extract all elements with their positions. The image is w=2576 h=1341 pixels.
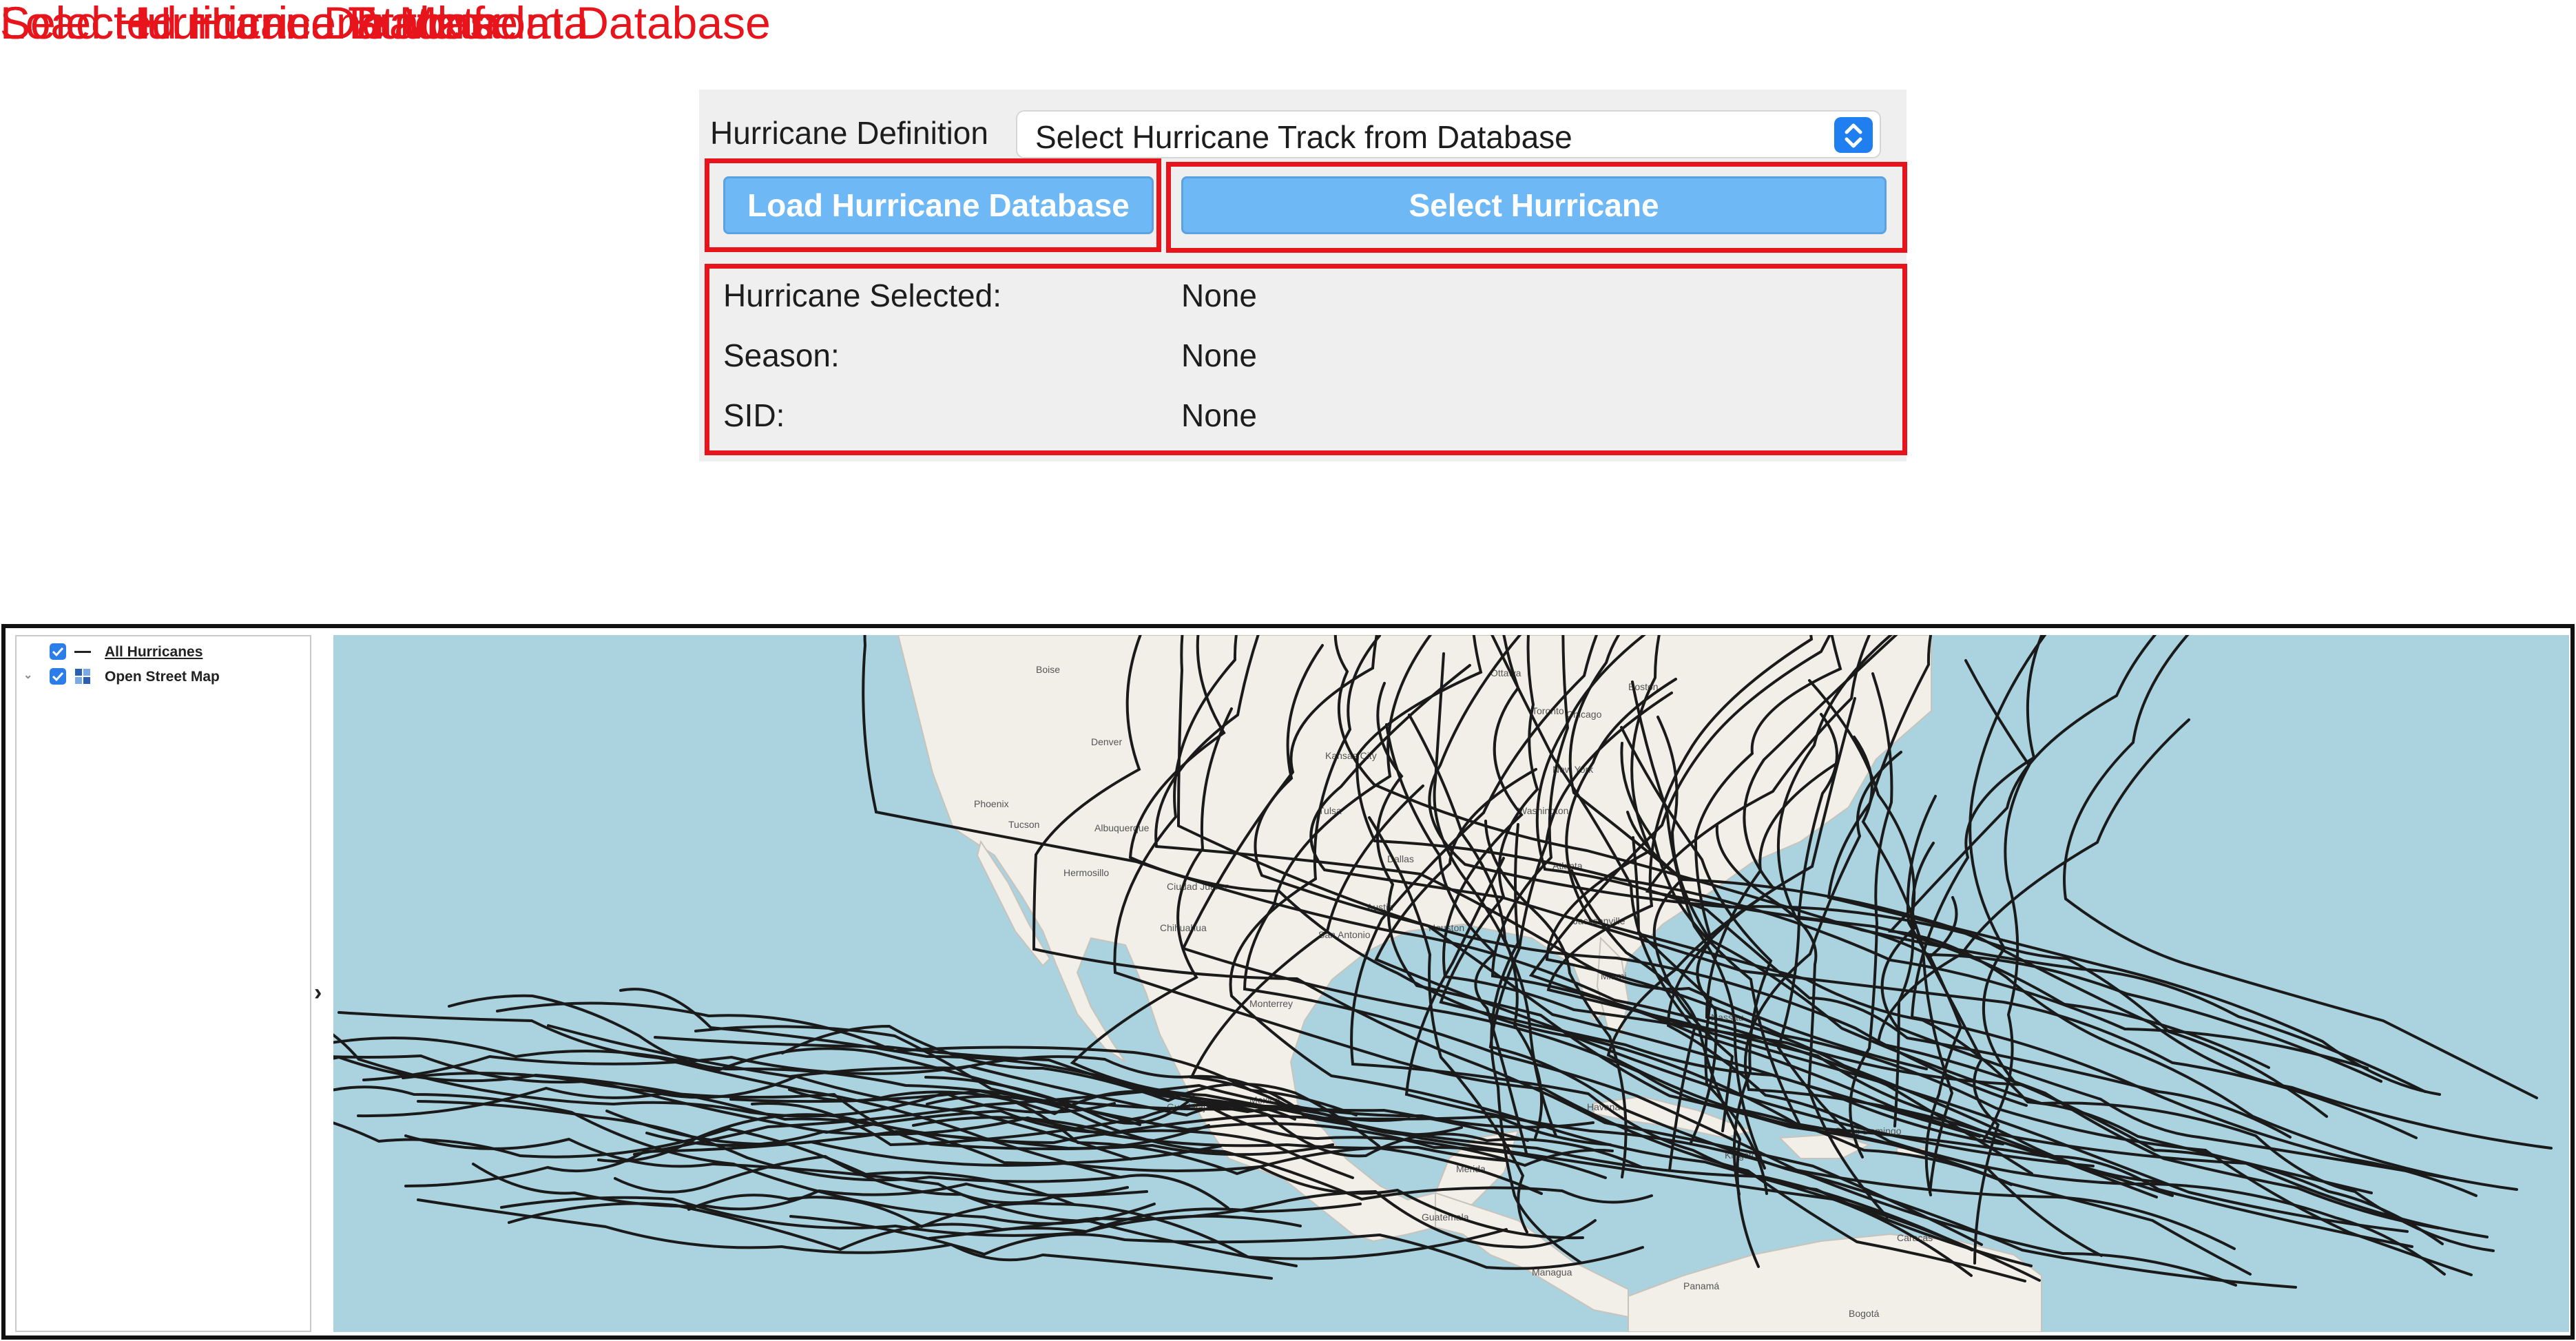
map-city-label: Denver — [1091, 736, 1122, 747]
map-city-label: Bogotá — [1849, 1308, 1880, 1319]
hurricane-track — [417, 1198, 1273, 1280]
checkbox-checked-icon[interactable] — [50, 668, 66, 685]
hurricane-track — [1887, 635, 2518, 1191]
layer-label: Open Street Map — [105, 669, 220, 685]
raster-tile-icon — [74, 668, 91, 689]
map-view-frame: All Hurricanes ⌄ Open Street Map › Boise… — [1, 624, 2575, 1340]
map-city-label: Tucson — [1008, 819, 1039, 830]
checkbox-checked-icon[interactable] — [50, 643, 66, 660]
map-city-label: Washington — [1518, 805, 1568, 816]
hurricane-track — [1880, 842, 2456, 1181]
hurricane-definition-select-value: Select Hurricane Track from Database — [1035, 119, 1572, 155]
map-canvas[interactable]: BoiseDenverAlbuquerqueKansas CityTulsaDa… — [333, 635, 2569, 1332]
layer-all-hurricanes[interactable]: All Hurricanes — [17, 641, 306, 664]
highlight-load-database — [705, 158, 1161, 252]
hurricane-definition-select[interactable]: Select Hurricane Track from Database — [1016, 110, 1881, 158]
updown-chevron-icon[interactable] — [1834, 117, 1873, 153]
map-city-label: Ottawa — [1490, 667, 1521, 678]
highlight-metadata — [705, 264, 1907, 455]
map-city-label: Panamá — [1683, 1280, 1719, 1291]
map-city-label: Albuquerque — [1094, 822, 1150, 833]
layers-panel: All Hurricanes ⌄ Open Street Map — [15, 635, 311, 1332]
map-city-label: Chihuahua — [1160, 922, 1207, 933]
layer-open-street-map[interactable]: ⌄ Open Street Map — [17, 665, 306, 689]
hurricane-definition-label: Hurricane Definition — [710, 115, 988, 151]
map-city-label: Hermosillo — [1063, 867, 1109, 878]
line-symbol-icon — [74, 651, 91, 653]
map-city-label: Phoenix — [974, 798, 1009, 809]
chevron-down-icon[interactable]: ⌄ — [23, 668, 32, 682]
highlight-select-button — [1166, 162, 1907, 253]
chevron-right-icon[interactable]: › — [314, 979, 322, 1006]
map-city-label: Monterrey — [1249, 998, 1293, 1009]
map-city-label: Boise — [1036, 664, 1060, 675]
collapse-panel-handle[interactable]: › — [311, 635, 332, 1332]
annotation-metadata: Selected Hurricane Metadata — [0, 0, 589, 48]
layer-label: All Hurricanes — [105, 644, 203, 660]
hurricane-map[interactable]: Boise Denver Albuquerque Kansas City Tulsa Da… — [333, 635, 2569, 1332]
